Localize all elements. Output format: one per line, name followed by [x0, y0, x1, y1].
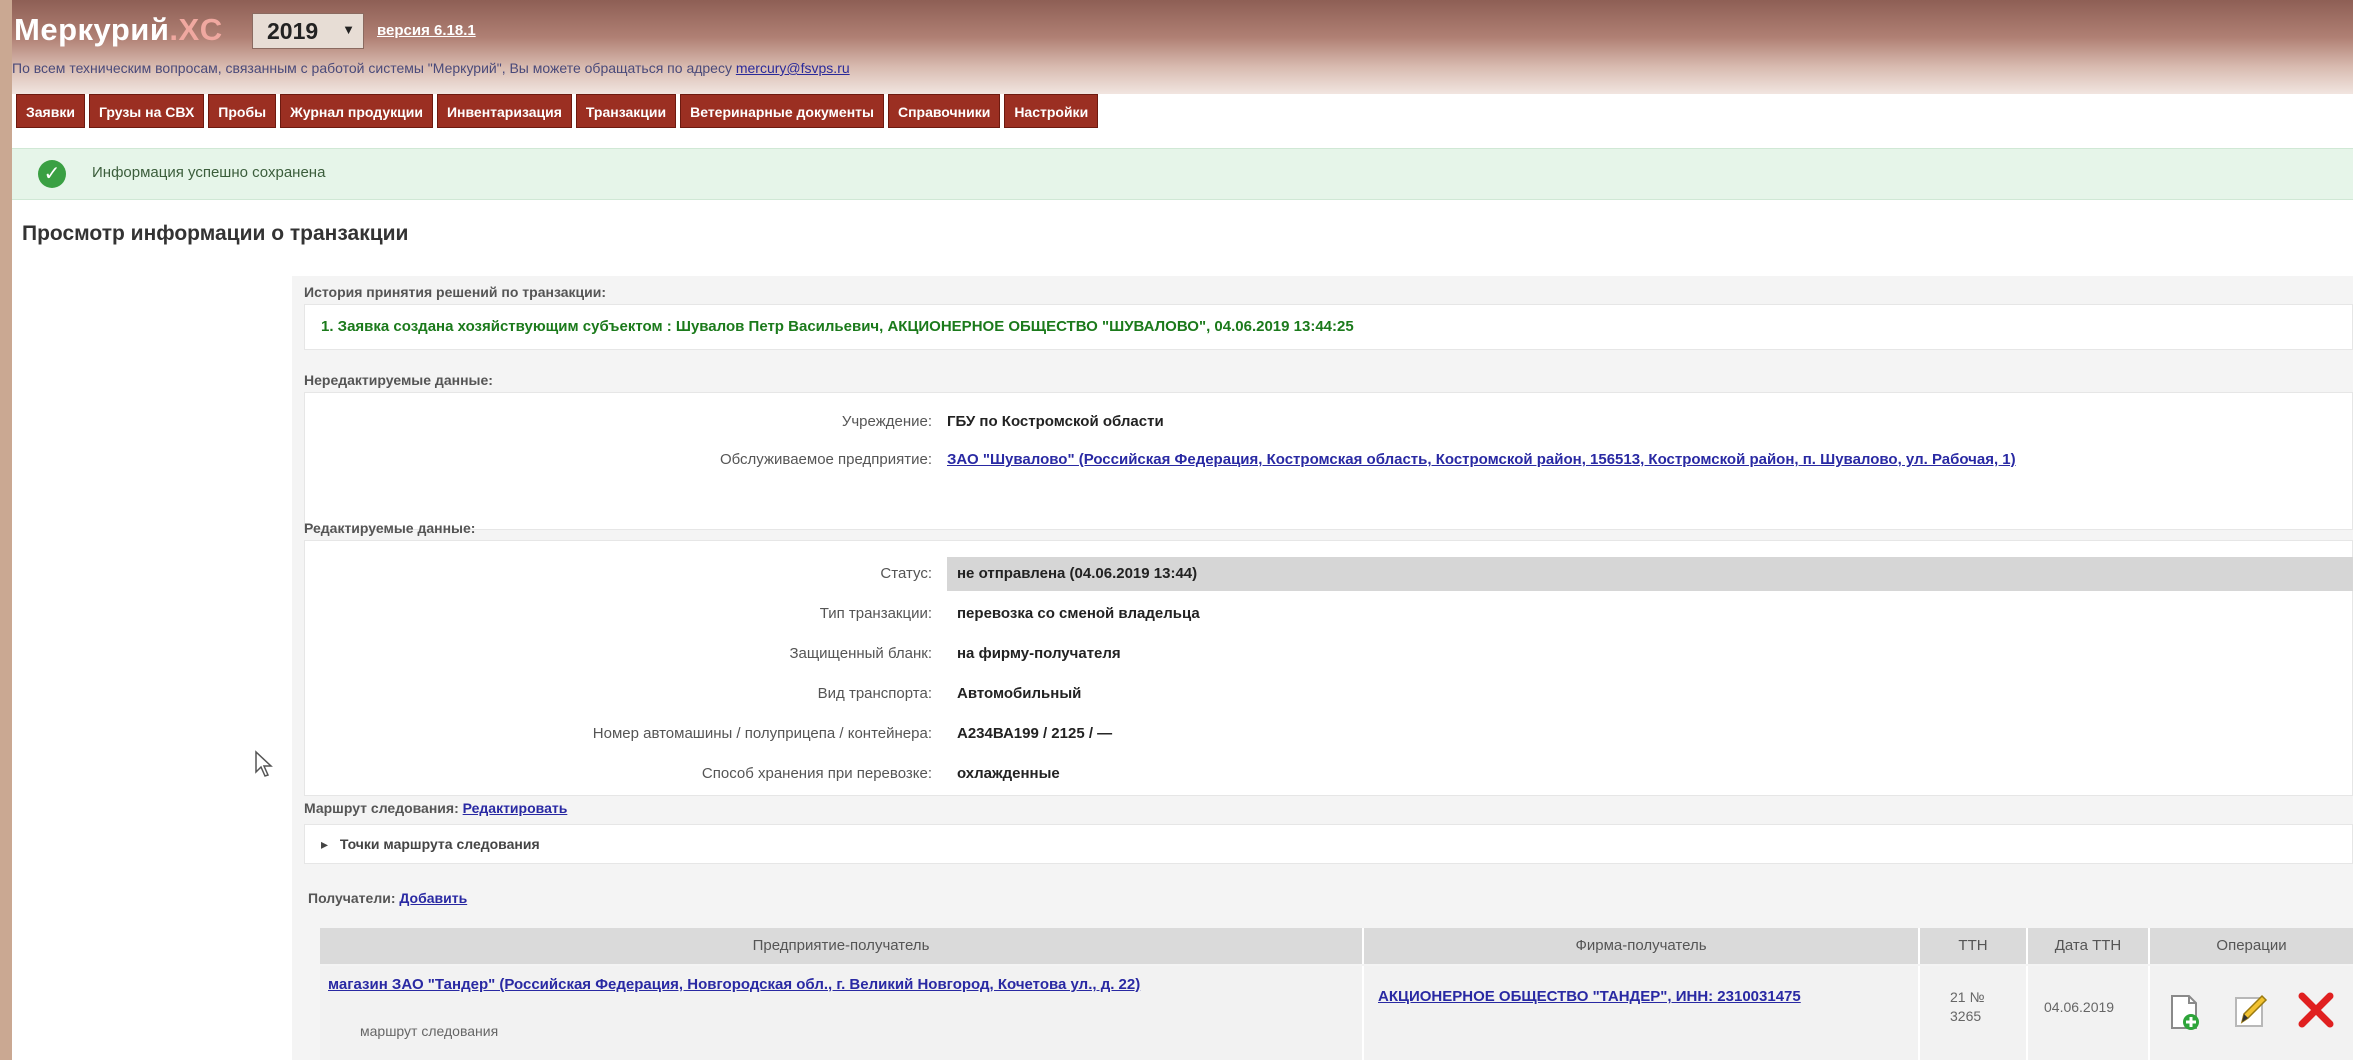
storage-method-value: охлажденные: [957, 765, 1060, 782]
recipient-enterprise-link[interactable]: магазин ЗАО "Тандер" (Российская Федерац…: [328, 974, 1348, 996]
header: Меркурий.XC 2019 ▼ версия 6.18.1 По всем…: [12, 0, 2353, 94]
menu-item-requests[interactable]: Заявки: [16, 94, 85, 128]
column-header-ttn-date: Дата ТТН: [2028, 928, 2150, 964]
year-select[interactable]: 2019 ▼: [252, 13, 364, 49]
main-menu: Заявки Грузы на СВХ Пробы Журнал продукц…: [16, 94, 1099, 128]
operations-cell: [2150, 966, 2353, 1060]
route-edit-link[interactable]: Редактировать: [463, 800, 568, 816]
history-list: 1. Заявка создана хозяйствующим субъекто…: [304, 304, 2353, 350]
transport-type-label: Вид транспорта:: [817, 685, 932, 702]
app-logo[interactable]: Меркурий.XC: [14, 12, 223, 48]
transaction-details: История принятия решений по транзакции: …: [292, 276, 2353, 1060]
column-header-ttn: ТТН: [1920, 928, 2028, 964]
chevron-down-icon: ▼: [342, 22, 355, 37]
enterprise-label: Обслуживаемое предприятие:: [719, 451, 932, 468]
column-header-operations: Операции: [2150, 928, 2353, 964]
history-item: 1. Заявка создана хозяйствующим субъекто…: [321, 318, 1354, 335]
page-title: Просмотр информации о транзакции: [22, 222, 409, 245]
transport-type-value: Автомобильный: [957, 685, 1082, 702]
vehicle-number-label: Номер автомашины / полуприцепа / контейн…: [592, 725, 932, 742]
column-header-enterprise: Предприятие-получатель: [320, 928, 1364, 964]
transaction-type-label: Тип транзакции:: [819, 605, 932, 622]
ttn-value: 21 № 3265: [1950, 989, 1985, 1024]
vehicle-number-value: А234ВА199 / 2125 / —: [957, 725, 1113, 742]
menu-item-samples[interactable]: Пробы: [208, 94, 277, 128]
triangle-right-icon: ▸: [321, 836, 329, 852]
menu-item-product-journal[interactable]: Журнал продукции: [280, 94, 433, 128]
menu-item-svh-cargo[interactable]: Грузы на СВХ: [88, 94, 205, 128]
institution-value: ГБУ по Костромской области: [947, 413, 1164, 430]
mouse-cursor-icon: [255, 750, 273, 777]
noneditable-label: Нередактируемые данные:: [304, 372, 493, 388]
menu-item-vet-documents[interactable]: Ветеринарные документы: [680, 94, 884, 128]
editable-label: Редактируемые данные:: [304, 520, 476, 536]
success-message: Информация успешно сохранена: [92, 164, 326, 181]
version-link[interactable]: версия 6.18.1: [377, 22, 476, 39]
add-recipient-link[interactable]: Добавить: [399, 890, 467, 906]
app-window: Меркурий.XC 2019 ▼ версия 6.18.1 По всем…: [12, 0, 2353, 1060]
status-value: не отправлена (04.06.2019 13:44): [957, 565, 1198, 582]
route-label: Маршрут следования: Редактировать: [304, 800, 568, 816]
status-label: Статус:: [880, 565, 932, 582]
noneditable-panel: Учреждение: ГБУ по Костромской области О…: [304, 392, 2353, 530]
editable-panel: Статус: не отправлена (04.06.2019 13:44)…: [304, 540, 2353, 796]
ttn-date-value: 04.06.2019: [2044, 999, 2115, 1015]
storage-method-label: Способ хранения при перевозке:: [701, 765, 932, 782]
menu-item-settings[interactable]: Настройки: [1004, 94, 1099, 128]
route-points-toggle[interactable]: ▸ Точки маршрута следования: [304, 824, 2353, 864]
recipient-firm-link[interactable]: АКЦИОНЕРНОЕ ОБЩЕСТВО "ТАНДЕР", ИНН: 2310…: [1378, 986, 1898, 1008]
route-note: маршрут следования: [360, 1023, 499, 1039]
transaction-type-value: перевозка со сменой владельца: [957, 605, 1200, 622]
support-email-link[interactable]: mercury@fsvps.ru: [736, 60, 850, 76]
document-add-icon[interactable]: [2164, 992, 2204, 1032]
column-header-firm: Фирма-получатель: [1364, 928, 1920, 964]
pencil-icon[interactable]: [2230, 990, 2270, 1030]
menu-item-transactions[interactable]: Транзакции: [575, 94, 677, 128]
menu-item-inventory[interactable]: Инвентаризация: [436, 94, 572, 128]
support-text: По всем техническим вопросам, связанным …: [12, 60, 850, 76]
protected-form-value: на фирму-получателя: [957, 645, 1121, 662]
institution-label: Учреждение:: [841, 413, 932, 430]
red-x-icon[interactable]: [2296, 990, 2336, 1030]
check-circle-icon: ✓: [38, 160, 66, 188]
history-label: История принятия решений по транзакции:: [304, 284, 606, 300]
protected-form-label: Защищенный бланк:: [789, 645, 932, 662]
menu-item-references[interactable]: Справочники: [887, 94, 1001, 128]
recipients-label: Получатели: Добавить: [308, 890, 468, 906]
enterprise-link[interactable]: ЗАО "Шувалово" (Российская Федерация, Ко…: [947, 449, 2317, 471]
success-banner: ✓ Информация успешно сохранена: [12, 148, 2353, 200]
